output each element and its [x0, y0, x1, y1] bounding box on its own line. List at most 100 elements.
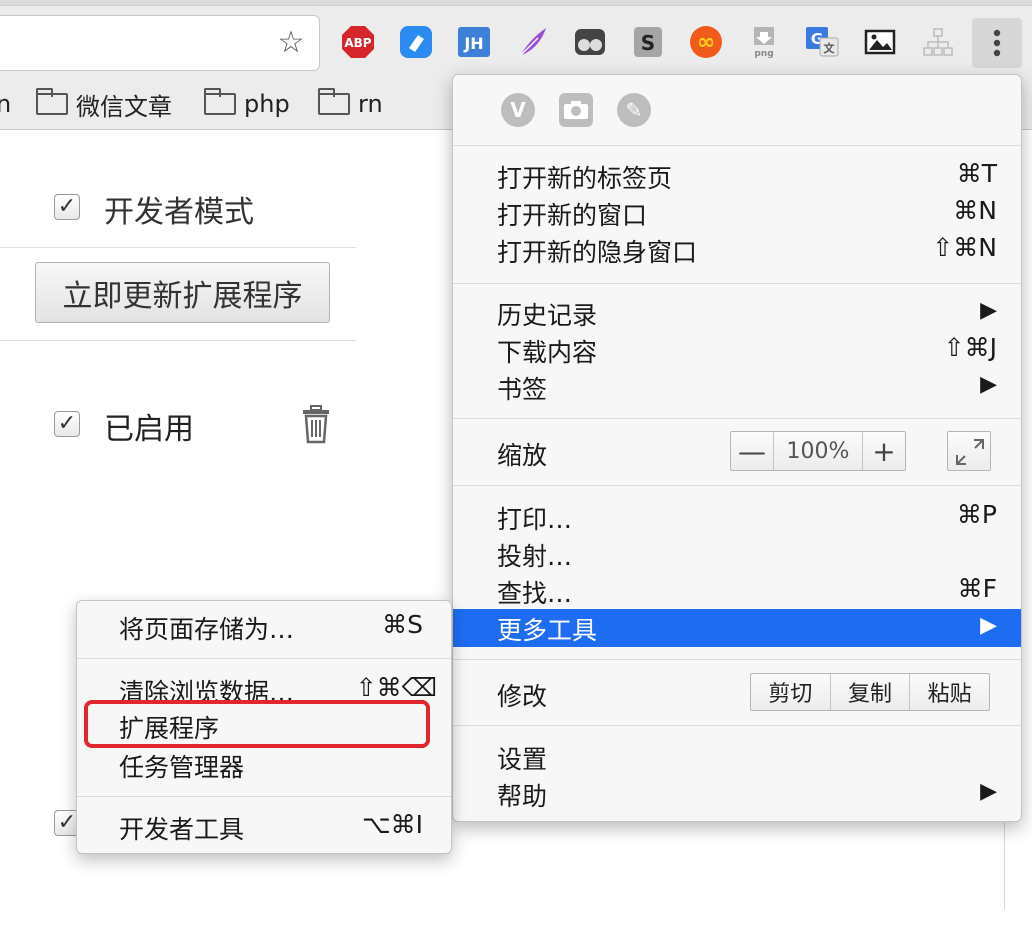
- svg-text:ABP: ABP: [344, 36, 371, 50]
- menu-label: 打开新的隐身窗口: [497, 238, 698, 267]
- menu-label: 开发者工具: [119, 815, 245, 844]
- translate-icon[interactable]: G文: [804, 24, 840, 60]
- menu-item-print[interactable]: 打印… ⌘P: [453, 498, 1021, 536]
- bookmark-label: n: [0, 90, 12, 118]
- highlight-annotation-box: [84, 700, 430, 748]
- menu-label: 设置: [497, 745, 548, 774]
- svg-text:∞: ∞: [697, 30, 715, 55]
- camera-icon[interactable]: [559, 93, 593, 127]
- menu-shortcut: ⌘T: [956, 159, 997, 188]
- menu-label: 帮助: [497, 782, 548, 811]
- glasses-icon[interactable]: [572, 24, 608, 60]
- menu-separator: [77, 796, 451, 797]
- cut-button[interactable]: 剪切: [751, 674, 830, 710]
- menu-separator: [77, 658, 451, 659]
- menu-separator: [453, 725, 1021, 726]
- zoom-level: 100%: [773, 432, 863, 470]
- folder-icon: [204, 88, 236, 115]
- menu-shortcut: ⇧⌘N: [932, 233, 997, 262]
- enabled-checkbox[interactable]: ✓: [54, 411, 80, 437]
- submenu-arrow-icon: ▶: [980, 613, 997, 638]
- menu-item-new-tab[interactable]: 打开新的标签页 ⌘T: [453, 157, 1021, 195]
- menu-separator: [453, 283, 1021, 284]
- fullscreen-icon: [956, 439, 984, 465]
- submenu-item-save-page[interactable]: 将页面存储为… ⌘S: [77, 608, 451, 646]
- bookmark-star-icon[interactable]: ☆: [274, 26, 308, 60]
- menu-item-cast[interactable]: 投射…: [453, 535, 1021, 573]
- browser-toolbar: ☆ ABP JH S ∞ png G文: [0, 0, 1032, 78]
- bookmark-label: 微信文章: [76, 92, 172, 121]
- menu-label: 打开新的标签页: [497, 164, 673, 193]
- feather-icon[interactable]: [514, 24, 550, 60]
- bookmark-folder-php[interactable]: php: [204, 88, 290, 120]
- menu-item-new-window[interactable]: 打开新的窗口 ⌘N: [453, 194, 1021, 232]
- menu-shortcut: ⌘N: [953, 196, 997, 225]
- menu-item-find[interactable]: 查找… ⌘F: [453, 572, 1021, 610]
- zoom-out-button[interactable]: —: [731, 432, 773, 470]
- fullscreen-button[interactable]: [947, 431, 991, 471]
- menu-item-settings[interactable]: 设置: [453, 738, 1021, 776]
- menu-item-history[interactable]: 历史记录 ▶: [453, 294, 1021, 332]
- chrome-main-menu: V ✎ 打开新的标签页 ⌘T 打开新的窗口 ⌘N 打开新的隐身窗口 ⇧⌘N 历史…: [452, 74, 1022, 822]
- menu-label: 缩放: [497, 441, 548, 470]
- bookmark-folder-rn[interactable]: rn: [318, 88, 383, 120]
- menu-item-new-incognito[interactable]: 打开新的隐身窗口 ⇧⌘N: [453, 231, 1021, 269]
- menu-label: 书签: [497, 375, 548, 404]
- bookmark-label: php: [244, 90, 290, 118]
- png-download-icon[interactable]: png: [746, 24, 782, 60]
- submenu-arrow-icon: ▶: [980, 298, 997, 323]
- submenu-arrow-icon: ▶: [980, 372, 997, 397]
- more-vertical-icon: [993, 29, 1001, 57]
- menu-separator: [453, 659, 1021, 660]
- update-extensions-button[interactable]: 立即更新扩展程序: [35, 262, 330, 323]
- menu-item-bookmarks[interactable]: 书签 ▶: [453, 368, 1021, 406]
- jh-icon[interactable]: JH: [456, 24, 492, 60]
- menu-label: 历史记录: [497, 301, 598, 330]
- developer-mode-checkbox[interactable]: ✓: [54, 194, 80, 220]
- bookmark-item[interactable]: n: [0, 88, 11, 120]
- address-bar[interactable]: [0, 15, 320, 71]
- developer-mode-label: 开发者模式: [104, 195, 254, 230]
- menu-item-help[interactable]: 帮助 ▶: [453, 775, 1021, 813]
- enabled-label: 已启用: [104, 412, 194, 447]
- menu-label: 更多工具: [497, 616, 598, 645]
- menu-shortcut: ⇧⌘⌫: [355, 673, 437, 702]
- sitemap-icon[interactable]: [920, 24, 956, 60]
- image-icon[interactable]: [862, 24, 898, 60]
- menu-label: 打印…: [497, 505, 573, 534]
- menu-shortcut: ⇧⌘J: [943, 333, 997, 362]
- menu-label: 将页面存储为…: [119, 615, 295, 644]
- menu-separator: [453, 418, 1021, 419]
- menu-separator: [453, 485, 1021, 486]
- zoom-in-button[interactable]: +: [863, 432, 905, 470]
- abp-icon[interactable]: ABP: [340, 24, 376, 60]
- menu-shortcut: ⌘F: [957, 574, 997, 603]
- menu-shortcut: ⌘S: [382, 610, 423, 639]
- trash-icon[interactable]: [300, 404, 332, 444]
- menu-label: 打开新的窗口: [497, 201, 648, 230]
- pencil-icon[interactable]: ✎: [617, 93, 651, 127]
- paste-button[interactable]: 粘贴: [909, 674, 989, 710]
- copy-button[interactable]: 复制: [829, 674, 910, 710]
- menu-label: 下载内容: [497, 338, 598, 367]
- menu-shortcut: ⌥⌘I: [361, 810, 423, 839]
- submenu-item-developer-tools[interactable]: 开发者工具 ⌥⌘I: [77, 808, 451, 846]
- tab-strip: [0, 0, 1032, 6]
- menu-item-more-tools[interactable]: 更多工具 ▶: [453, 609, 1021, 647]
- tag-icon[interactable]: [398, 24, 434, 60]
- menu-separator: [453, 145, 1021, 146]
- chrome-menu-button[interactable]: [972, 18, 1022, 68]
- divider: [0, 340, 356, 341]
- menu-label: 查找…: [497, 579, 573, 608]
- menu-label: 任务管理器: [119, 753, 245, 782]
- submenu-item-task-manager[interactable]: 任务管理器: [77, 746, 451, 784]
- bookmark-label: rn: [358, 90, 383, 118]
- infinity-icon[interactable]: ∞: [688, 24, 724, 60]
- s-icon[interactable]: S: [630, 24, 666, 60]
- svg-text:S: S: [641, 31, 655, 55]
- vimeo-style-icon[interactable]: V: [501, 93, 535, 127]
- svg-text:png: png: [754, 49, 773, 59]
- submenu-arrow-icon: ▶: [980, 779, 997, 804]
- menu-item-downloads[interactable]: 下载内容 ⇧⌘J: [453, 331, 1021, 369]
- bookmark-folder-wechat[interactable]: 微信文章: [36, 88, 172, 121]
